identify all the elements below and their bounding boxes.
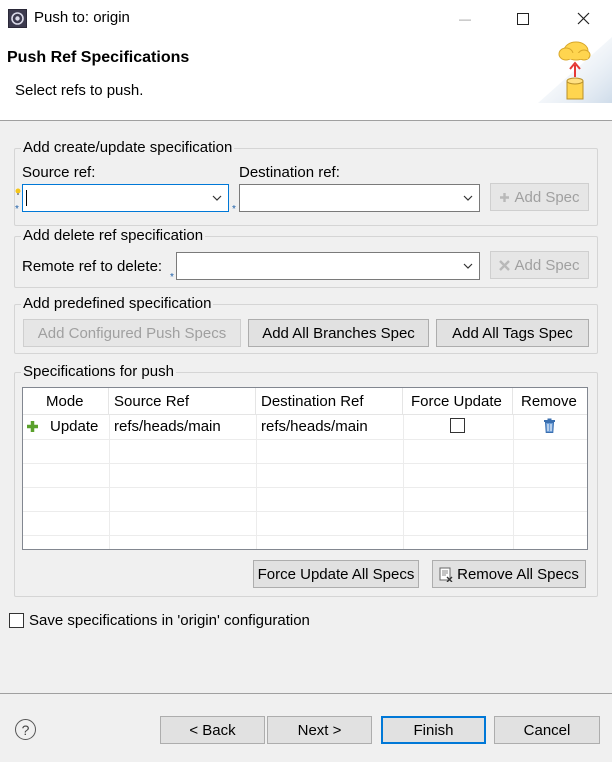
delete-x-icon	[499, 259, 511, 271]
save-specs-label[interactable]: Save specifications in 'origin' configur…	[29, 612, 310, 629]
destination-ref-combo[interactable]	[239, 184, 480, 212]
column-header-destination-ref[interactable]: Destination Ref	[256, 388, 403, 415]
add-all-tags-spec-button[interactable]: Add All Tags Spec	[436, 319, 589, 347]
help-glyph: ?	[21, 721, 30, 738]
add-mode-icon	[27, 421, 38, 432]
maximize-icon	[517, 12, 529, 25]
row-force-update-checkbox[interactable]	[450, 418, 465, 433]
chevron-down-icon[interactable]	[463, 193, 473, 203]
trash-icon[interactable]	[543, 418, 556, 433]
remove-all-specs-button[interactable]: Remove All Specs	[432, 560, 586, 588]
force-update-all-specs-button[interactable]: Force Update All Specs	[253, 560, 419, 588]
push-cloud-icon	[538, 37, 612, 103]
remote-ref-combo[interactable]	[176, 252, 480, 280]
required-marker: *	[232, 204, 236, 215]
cancel-button[interactable]: Cancel	[494, 716, 600, 744]
row-mode: Update	[50, 418, 99, 435]
add-delete-spec-button[interactable]: Add Spec	[490, 251, 589, 279]
create-update-group-label: Add create/update specification	[21, 139, 235, 157]
title-bar: Push to: origin —	[0, 0, 612, 37]
back-button[interactable]: < Back	[160, 716, 265, 744]
chevron-down-icon[interactable]	[463, 261, 473, 271]
add-spec-button[interactable]: Add Spec	[490, 183, 589, 211]
remove-all-specs-label: Remove All Specs	[457, 565, 579, 583]
close-icon	[577, 12, 589, 25]
add-configured-push-specs-button[interactable]: Add Configured Push Specs	[23, 319, 241, 347]
page-title: Push Ref Specifications	[7, 49, 190, 66]
chevron-down-icon[interactable]	[212, 193, 222, 203]
finish-button[interactable]: Finish	[381, 716, 486, 744]
plus-icon	[500, 192, 510, 202]
maximize-button[interactable]	[500, 0, 546, 37]
add-all-branches-spec-button[interactable]: Add All Branches Spec	[248, 319, 429, 347]
wizard-header: Push Ref Specifications Select refs to p…	[0, 37, 612, 121]
column-header-source-ref[interactable]: Source Ref	[109, 388, 256, 415]
column-header-remove[interactable]: Remove	[513, 388, 587, 415]
add-spec-label: Add Spec	[514, 188, 580, 206]
content-assist-bulb-icon	[15, 183, 21, 195]
eclipse-app-icon	[8, 9, 27, 28]
row-source-ref: refs/heads/main	[114, 418, 221, 435]
source-ref-label: Source ref:	[22, 164, 96, 181]
save-specs-checkbox[interactable]	[9, 613, 24, 628]
window-title: Push to: origin	[34, 9, 130, 26]
remote-ref-label: Remote ref to delete:	[22, 258, 163, 275]
required-marker: *	[15, 204, 19, 215]
destination-ref-label: Destination ref:	[239, 164, 340, 181]
column-header-mode[interactable]: Mode	[23, 388, 109, 415]
source-ref-combo[interactable]	[22, 184, 229, 212]
specs-table[interactable]: Mode Source Ref Destination Ref Force Up…	[22, 387, 588, 550]
row-destination-ref: refs/heads/main	[261, 418, 368, 435]
next-button[interactable]: Next >	[267, 716, 372, 744]
column-header-force-update[interactable]: Force Update	[403, 388, 513, 415]
specs-group-label: Specifications for push	[21, 363, 176, 381]
close-button[interactable]	[560, 0, 606, 37]
required-marker: *	[170, 272, 174, 283]
footer-separator	[0, 693, 612, 694]
add-delete-spec-label: Add Spec	[514, 256, 580, 274]
delete-ref-group-label: Add delete ref specification	[21, 227, 206, 245]
predefined-group-label: Add predefined specification	[21, 295, 214, 313]
page-subtitle: Select refs to push.	[15, 82, 144, 99]
minimize-button[interactable]: —	[442, 0, 488, 37]
minimize-icon: —	[459, 11, 471, 26]
remove-all-icon	[439, 567, 453, 582]
help-icon[interactable]: ?	[15, 719, 36, 740]
text-cursor	[26, 190, 27, 206]
